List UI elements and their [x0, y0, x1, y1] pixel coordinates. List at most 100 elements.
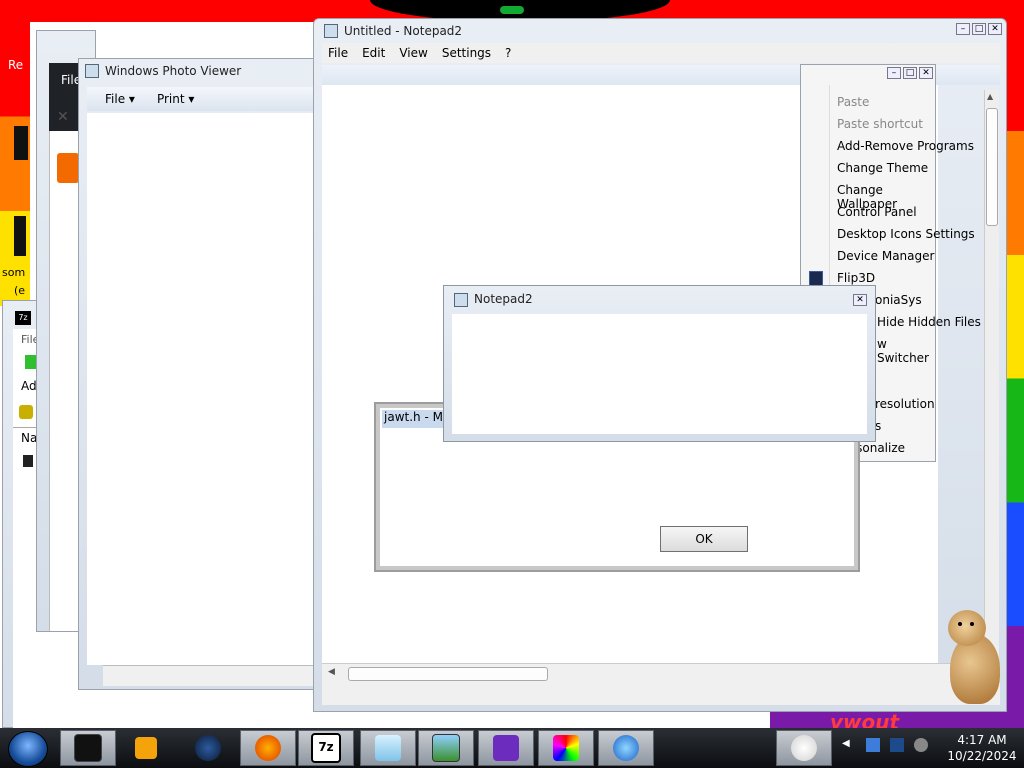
ok-button[interactable]: OK	[660, 526, 748, 552]
taskbar-app-paint-tool[interactable]	[538, 730, 594, 766]
wallpaper-indicator	[500, 6, 524, 14]
dialog-close-button[interactable]: ✕	[853, 294, 867, 306]
sevenzip-add-label[interactable]: Ad	[21, 379, 37, 393]
notepad2-title: Untitled - Notepad2	[344, 24, 463, 38]
paint-tool-icon	[553, 735, 579, 761]
dialog-titlebar[interactable]: Notepad2	[444, 286, 875, 312]
visual-studio-icon	[493, 735, 519, 761]
clock-time: 4:17 AM	[957, 733, 1007, 747]
menu-item-change-theme[interactable]: Change Theme	[837, 161, 928, 175]
photo-viewer-title: Windows Photo Viewer	[105, 64, 242, 78]
sevenzip-window[interactable]: 7z File Ad Na	[2, 300, 39, 729]
hscroll-thumb[interactable]	[348, 667, 548, 681]
taskbar-app-globe[interactable]	[186, 731, 230, 765]
photo-viewer-canvas	[87, 113, 329, 665]
desktop-label-3[interactable]: (e	[14, 284, 25, 297]
internet-explorer-icon	[613, 735, 639, 761]
menu-edit[interactable]: Edit	[362, 46, 385, 60]
photo-viewer-print-menu[interactable]: Print ▾	[157, 92, 194, 106]
tray-network-icon[interactable]	[866, 738, 880, 752]
close-icon[interactable]: ✕	[853, 294, 867, 306]
desktop-icon[interactable]	[14, 216, 26, 256]
menu-item-device-manager[interactable]: Device Manager	[837, 249, 934, 263]
taskbar-app-paint[interactable]	[776, 730, 832, 766]
menu-item-resolution[interactable]: resolution	[875, 397, 935, 411]
tray-volume-icon[interactable]	[914, 738, 928, 752]
tray-display-icon[interactable]	[890, 738, 904, 752]
folder-up-icon[interactable]	[19, 405, 33, 419]
photo-viewer-commandbar: File ▾ Print ▾	[87, 87, 329, 111]
taskbar-app-visual-studio[interactable]	[478, 730, 534, 766]
sevenzip-app-icon: 7z	[15, 311, 31, 325]
dialog-title: Notepad2	[474, 292, 533, 306]
notepad2-hscrollbar[interactable]: ◀	[322, 663, 1000, 684]
rss-icon[interactable]	[57, 153, 79, 183]
start-button[interactable]	[8, 731, 48, 767]
hamster-mascot	[944, 610, 1004, 706]
dialog-body	[452, 314, 867, 434]
file-icon[interactable]	[23, 455, 33, 467]
menu-item-control-panel[interactable]: Control Panel	[837, 205, 917, 219]
notepad2-statusbar	[322, 683, 1000, 705]
globe-icon	[195, 735, 221, 761]
taskbar-app-firefox[interactable]	[240, 730, 296, 766]
taskbar-app-terminal[interactable]	[60, 730, 116, 766]
minimize-button[interactable]: –	[956, 23, 970, 35]
close-button[interactable]: ✕	[919, 67, 933, 79]
photo-viewer-file-menu[interactable]: File ▾	[105, 92, 135, 106]
tray-show-hidden-icon[interactable]: ◀	[842, 738, 850, 749]
mascot-eye	[970, 622, 974, 626]
mascot-head	[948, 610, 986, 646]
back-dialog-title: jawt.h - Mi	[382, 410, 450, 428]
menu-item-sys[interactable]: oniaSys	[875, 293, 922, 307]
menu-view[interactable]: View	[399, 46, 427, 60]
close-icon[interactable]: ✕	[57, 109, 69, 125]
mascot-eye	[958, 622, 962, 626]
notepad2-titlebar[interactable]: Untitled - Notepad2	[314, 19, 1006, 43]
notepad2-taskbar-icon	[375, 735, 401, 761]
menu-item-paste-shortcut[interactable]: Paste shortcut	[837, 117, 923, 131]
panel-caption-buttons: – □ ✕	[887, 67, 933, 79]
desktop-label-1[interactable]: Re	[8, 58, 23, 72]
menu-item-desktop-icons-settings[interactable]: Desktop Icons Settings	[837, 227, 975, 241]
menu-item-flip3d[interactable]: Flip3D	[837, 271, 875, 285]
photo-viewer-taskbar-icon	[432, 734, 460, 762]
menu-item-hide-hidden-files[interactable]: Hide Hidden Files	[877, 315, 981, 329]
taskbar-app-7zip[interactable]: 7z	[298, 730, 354, 766]
notepad2-caption-buttons: – □ ✕	[956, 23, 1002, 35]
notepad2-menubar: File Edit View Settings ?	[322, 43, 1000, 63]
photo-viewer-bottombar	[103, 665, 329, 686]
mascot-body	[950, 634, 1000, 704]
desktop-icon[interactable]	[14, 126, 28, 160]
clock-date: 10/22/2024	[947, 749, 1017, 763]
desktop-label-2[interactable]: som	[2, 266, 26, 279]
menu-item-add-remove-programs[interactable]: Add-Remove Programs	[837, 139, 974, 153]
taskbar-app-internet-explorer[interactable]	[598, 730, 654, 766]
terminal-icon	[74, 734, 102, 762]
taskbar-app-photo-viewer[interactable]	[418, 730, 474, 766]
menu-item-paste[interactable]: Paste	[837, 95, 869, 109]
media-player-icon	[135, 737, 157, 759]
photo-viewer-window[interactable]: Windows Photo Viewer File ▾ Print ▾	[78, 58, 329, 690]
notepad2-dialog[interactable]: Notepad2 ✕	[443, 285, 876, 442]
taskbar-clock[interactable]: 4:17 AM 10/22/2024	[940, 732, 1024, 764]
notepad2-vscrollbar[interactable]: ▲	[984, 90, 999, 690]
maximize-button[interactable]: □	[903, 67, 917, 79]
menu-file[interactable]: File	[328, 46, 348, 60]
scroll-up-arrow[interactable]: ▲	[987, 92, 993, 101]
column-header-name[interactable]: Na	[21, 431, 37, 445]
photo-viewer-icon	[85, 64, 99, 78]
menu-settings[interactable]: Settings	[442, 46, 491, 60]
dialog-icon	[454, 293, 468, 307]
menu-help[interactable]: ?	[505, 46, 511, 60]
taskbar-app-media[interactable]	[124, 731, 168, 765]
vscroll-thumb[interactable]	[986, 108, 998, 226]
photo-viewer-titlebar[interactable]: Windows Photo Viewer	[79, 59, 327, 83]
menu-item-switcher[interactable]: w Switcher	[877, 337, 935, 365]
maximize-button[interactable]: □	[972, 23, 986, 35]
notepad2-icon	[324, 24, 338, 38]
taskbar-app-notepad2[interactable]	[360, 730, 416, 766]
minimize-button[interactable]: –	[887, 67, 901, 79]
close-button[interactable]: ✕	[988, 23, 1002, 35]
scroll-left-arrow[interactable]: ◀	[328, 667, 335, 677]
